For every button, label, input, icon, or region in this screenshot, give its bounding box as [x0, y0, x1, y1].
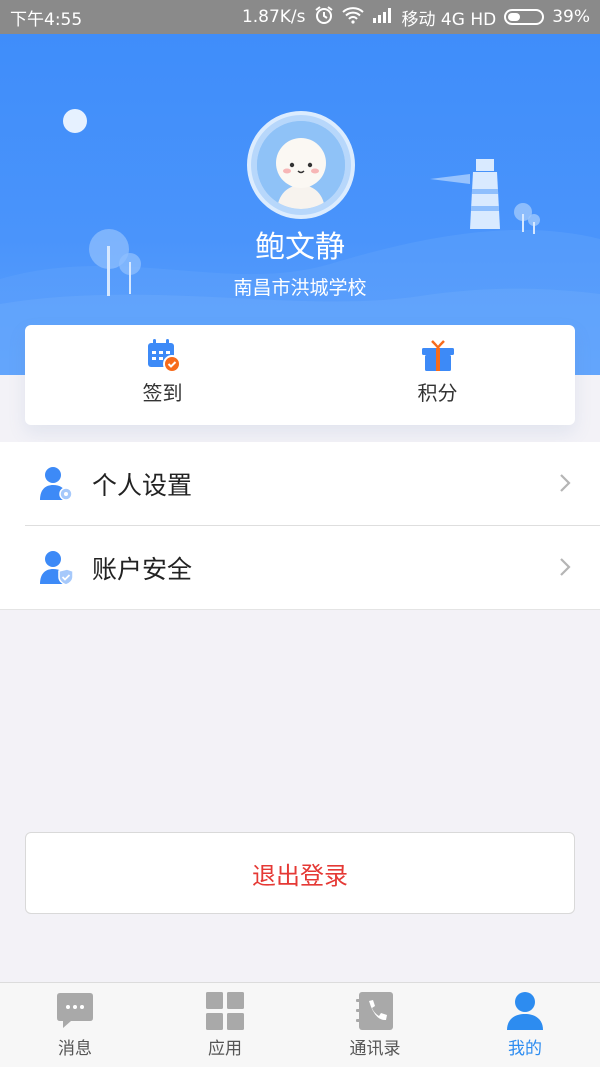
avatar[interactable] [247, 111, 355, 219]
status-bar: 下午4:55 1.87K/s 移动 4G HD 39% [0, 0, 600, 34]
calendar-check-icon [147, 339, 181, 373]
battery-icon [504, 9, 545, 25]
avatar-image [257, 121, 345, 209]
chevron-right-icon [560, 558, 571, 576]
carrier-label: 移动 4G HD [401, 9, 497, 30]
points-label: 积分 [417, 381, 458, 405]
tab-apps[interactable]: 应用 [150, 983, 300, 1067]
signal-icon [372, 7, 394, 28]
tab-messages[interactable]: 消息 [0, 983, 150, 1067]
network-speed: 1.87K/s [241, 7, 306, 27]
grid-icon [206, 992, 244, 1030]
person-icon [507, 992, 543, 1030]
user-shield-icon [40, 550, 74, 586]
checkin-label: 签到 [142, 381, 183, 405]
checkin-button[interactable]: 签到 [25, 325, 300, 425]
chevron-right-icon [560, 474, 571, 492]
wifi-icon [341, 6, 364, 29]
menu-item-label: 个人设置 [92, 470, 193, 500]
tab-contacts[interactable]: 通讯录 [300, 983, 450, 1067]
tab-label: 我的 [508, 1039, 542, 1059]
battery-percent: 39% [552, 7, 590, 27]
tab-label: 通讯录 [349, 1039, 401, 1059]
quick-actions-card: 签到 积分 [25, 325, 575, 425]
points-button[interactable]: 积分 [300, 325, 575, 425]
menu-item-label: 账户安全 [92, 554, 193, 584]
message-icon [57, 993, 93, 1028]
bottom-tab-bar: 消息 应用 通讯录 我的 [0, 982, 600, 1067]
user-school: 南昌市洪城学校 [233, 277, 367, 299]
user-settings-icon [40, 466, 73, 501]
tab-label: 应用 [208, 1039, 242, 1059]
menu-item-personal-settings[interactable]: 个人设置 [0, 442, 600, 525]
alarm-icon [314, 5, 334, 30]
tab-label: 消息 [58, 1039, 92, 1059]
profile-header: 鲍文静 南昌市洪城学校 [0, 34, 600, 375]
user-name: 鲍文静 [255, 230, 345, 265]
tab-mine[interactable]: 我的 [450, 983, 600, 1067]
logout-button[interactable]: 退出登录 [25, 832, 575, 914]
settings-menu: 个人设置 账户安全 [0, 442, 600, 610]
status-time: 下午4:55 [10, 9, 83, 30]
menu-item-account-security[interactable]: 账户安全 [0, 526, 600, 609]
phone-book-icon [356, 992, 393, 1030]
menu-bottom-border [0, 609, 600, 610]
gift-icon [421, 340, 454, 371]
